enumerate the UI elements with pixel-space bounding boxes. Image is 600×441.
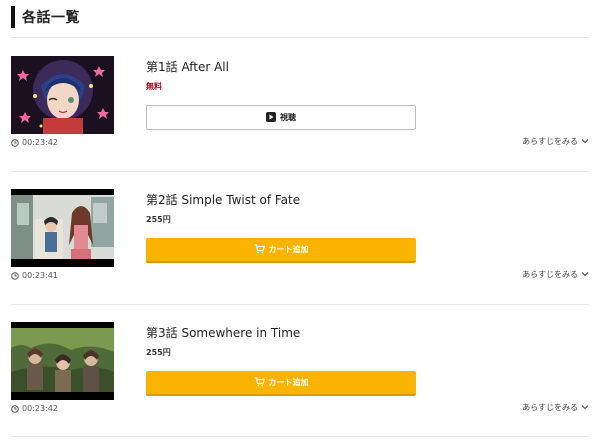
duration-text: 00:23:42 [22, 138, 58, 147]
watch-button-label: 視聴 [280, 113, 296, 122]
synopsis-toggle[interactable]: あらすじをみる [522, 402, 589, 413]
episode-price: 255円 [146, 348, 171, 357]
watch-button[interactable]: 視聴 [146, 105, 416, 130]
episode-thumbnail[interactable] [11, 322, 114, 400]
episode-duration: 00:23:42 [11, 138, 58, 147]
divider [11, 37, 589, 38]
cart-icon [254, 243, 265, 256]
episode-duration: 00:23:42 [11, 404, 58, 413]
section-title: 各話一覧 [22, 10, 80, 26]
episode-item-1: 00:23:42 第1話 After All 無料 視聴 あらすじをみる [0, 56, 600, 166]
divider [11, 436, 589, 437]
episode-title[interactable]: 第1話 After All [146, 58, 229, 75]
episode-thumbnail[interactable] [11, 56, 114, 134]
episode-item-2: 00:23:41 第2話 Simple Twist of Fate 255円 カ… [0, 189, 600, 299]
add-to-cart-button[interactable]: カート追加 [146, 238, 416, 263]
synopsis-label: あらすじをみる [522, 270, 578, 279]
clock-icon [11, 404, 19, 413]
cart-button-label: カート追加 [268, 245, 309, 254]
episode-title[interactable]: 第3話 Somewhere in Time [146, 324, 300, 341]
episode-item-3: 00:23:42 第3話 Somewhere in Time 255円 カート追… [0, 322, 600, 432]
section-header: 各話一覧 [11, 6, 80, 28]
synopsis-toggle[interactable]: あらすじをみる [522, 136, 589, 147]
add-to-cart-button[interactable]: カート追加 [146, 371, 416, 396]
chevron-down-icon [581, 137, 589, 146]
synopsis-label: あらすじをみる [522, 403, 578, 412]
episode-duration: 00:23:41 [11, 271, 58, 280]
clock-icon [11, 138, 19, 147]
divider [11, 171, 589, 172]
duration-text: 00:23:41 [22, 271, 58, 280]
divider [11, 304, 589, 305]
chevron-down-icon [581, 270, 589, 279]
duration-text: 00:23:42 [22, 404, 58, 413]
episode-price: 無料 [146, 82, 162, 91]
cart-icon [254, 376, 265, 389]
synopsis-toggle[interactable]: あらすじをみる [522, 269, 589, 280]
chevron-down-icon [581, 403, 589, 412]
play-icon [266, 111, 276, 124]
cart-button-label: カート追加 [268, 378, 309, 387]
episode-thumbnail[interactable] [11, 189, 114, 267]
synopsis-label: あらすじをみる [522, 137, 578, 146]
clock-icon [11, 271, 19, 280]
episode-price: 255円 [146, 215, 171, 224]
episode-title[interactable]: 第2話 Simple Twist of Fate [146, 191, 300, 208]
